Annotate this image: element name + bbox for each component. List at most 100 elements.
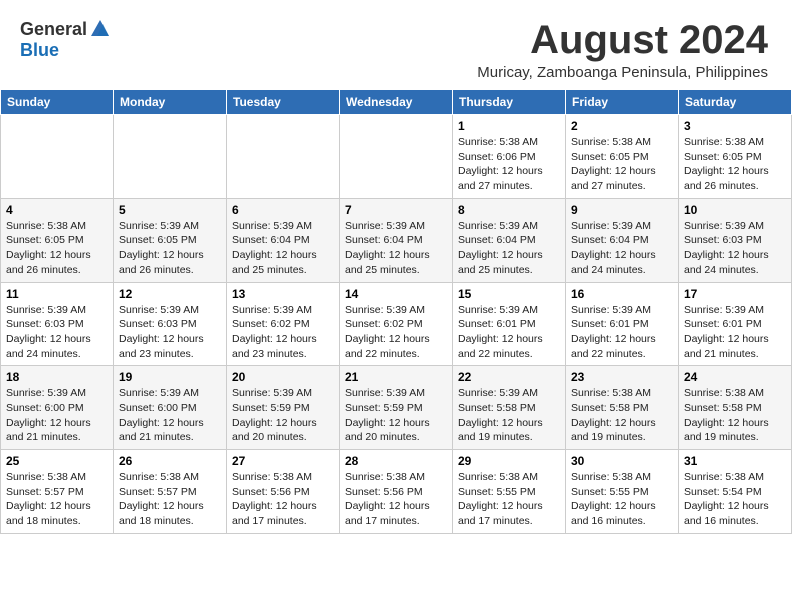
day-cell: 14Sunrise: 5:39 AM Sunset: 6:02 PM Dayli… — [340, 282, 453, 366]
day-detail: Sunrise: 5:39 AM Sunset: 6:04 PM Dayligh… — [345, 219, 447, 278]
day-cell: 3Sunrise: 5:38 AM Sunset: 6:05 PM Daylig… — [679, 115, 792, 199]
title-block: August 2024 Muricay, Zamboanga Peninsula… — [477, 18, 768, 81]
day-number: 30 — [571, 454, 673, 468]
weekday-header-wednesday: Wednesday — [340, 90, 453, 115]
day-cell — [227, 115, 340, 199]
day-number: 6 — [232, 203, 334, 217]
day-detail: Sunrise: 5:39 AM Sunset: 6:04 PM Dayligh… — [458, 219, 560, 278]
day-number: 20 — [232, 370, 334, 384]
day-number: 14 — [345, 287, 447, 301]
day-cell: 9 Sunrise: 5:39 AM Sunset: 6:04 PM Daylig… — [566, 198, 679, 282]
week-row-1: 1 Sunrise: 5:38 AM Sunset: 6:06 PM Daylig… — [1, 115, 792, 199]
day-number: 10 — [684, 203, 786, 217]
weekday-header-friday: Friday — [566, 90, 679, 115]
day-detail: Sunrise: 5:39 AM Sunset: 6:03 PM Dayligh… — [684, 219, 786, 278]
day-cell: 2 Sunrise: 5:38 AM Sunset: 6:05 PM Daylig… — [566, 115, 679, 199]
day-cell: 1 Sunrise: 5:38 AM Sunset: 6:06 PM Daylig… — [453, 115, 566, 199]
day-detail: Sunrise: 5:38 AM Sunset: 5:57 PM Dayligh… — [6, 470, 108, 529]
week-row-2: 4 Sunrise: 5:38 AM Sunset: 6:05 PM Daylig… — [1, 198, 792, 282]
day-detail: Sunrise: 5:38 AM Sunset: 5:56 PM Dayligh… — [345, 470, 447, 529]
day-detail: Sunrise: 5:39 AM Sunset: 5:59 PM Dayligh… — [345, 386, 447, 445]
day-cell: 22 Sunrise: 5:39 AM Sunset: 5:58 PM Dayli… — [453, 366, 566, 450]
day-cell: 15 Sunrise: 5:39 AM Sunset: 6:01 PM Dayli… — [453, 282, 566, 366]
day-number: 19 — [119, 370, 221, 384]
day-cell: 27 Sunrise: 5:38 AM Sunset: 5:56 PM Dayli… — [227, 450, 340, 534]
day-cell: 31 Sunrise: 5:38 AM Sunset: 5:54 PM Dayli… — [679, 450, 792, 534]
day-detail: Sunrise: 5:39 AM Sunset: 6:02 PM Dayligh… — [232, 303, 334, 362]
calendar-table: SundayMondayTuesdayWednesdayThursdayFrid… — [0, 89, 792, 534]
day-detail: Sunrise: 5:39 AM Sunset: 6:04 PM Dayligh… — [571, 219, 673, 278]
day-number: 8 — [458, 203, 560, 217]
day-detail: Sunrise: 5:38 AM Sunset: 6:05 PM Dayligh… — [571, 135, 673, 194]
day-detail: Sunrise: 5:38 AM Sunset: 5:58 PM Dayligh… — [684, 386, 786, 445]
day-number: 26 — [119, 454, 221, 468]
weekday-header-sunday: Sunday — [1, 90, 114, 115]
weekday-header-monday: Monday — [114, 90, 227, 115]
day-number: 27 — [232, 454, 334, 468]
day-number: 22 — [458, 370, 560, 384]
day-detail: Sunrise: 5:38 AM Sunset: 5:58 PM Dayligh… — [571, 386, 673, 445]
day-cell: 28 Sunrise: 5:38 AM Sunset: 5:56 PM Dayli… — [340, 450, 453, 534]
day-detail: Sunrise: 5:39 AM Sunset: 6:03 PM Dayligh… — [119, 303, 221, 362]
day-detail: Sunrise: 5:39 AM Sunset: 6:00 PM Dayligh… — [6, 386, 108, 445]
day-cell — [1, 115, 114, 199]
logo-blue-text: Blue — [20, 40, 59, 61]
day-cell: 19 Sunrise: 5:39 AM Sunset: 6:00 PM Dayli… — [114, 366, 227, 450]
day-number: 12 — [119, 287, 221, 301]
day-detail: Sunrise: 5:39 AM Sunset: 6:03 PM Dayligh… — [6, 303, 108, 362]
day-detail: Sunrise: 5:39 AM Sunset: 6:05 PM Dayligh… — [119, 219, 221, 278]
day-detail: Sunrise: 5:38 AM Sunset: 6:05 PM Dayligh… — [6, 219, 108, 278]
day-detail: Sunrise: 5:39 AM Sunset: 5:58 PM Dayligh… — [458, 386, 560, 445]
day-detail: Sunrise: 5:39 AM Sunset: 6:01 PM Dayligh… — [458, 303, 560, 362]
day-detail: Sunrise: 5:39 AM Sunset: 6:01 PM Dayligh… — [684, 303, 786, 362]
day-cell: 17 Sunrise: 5:39 AM Sunset: 6:01 PM Dayli… — [679, 282, 792, 366]
day-cell: 13 Sunrise: 5:39 AM Sunset: 6:02 PM Dayli… — [227, 282, 340, 366]
day-detail: Sunrise: 5:38 AM Sunset: 5:56 PM Dayligh… — [232, 470, 334, 529]
weekday-header-tuesday: Tuesday — [227, 90, 340, 115]
day-cell: 10 Sunrise: 5:39 AM Sunset: 6:03 PM Dayli… — [679, 198, 792, 282]
day-cell: 4 Sunrise: 5:38 AM Sunset: 6:05 PM Daylig… — [1, 198, 114, 282]
day-cell: 7 Sunrise: 5:39 AM Sunset: 6:04 PM Daylig… — [340, 198, 453, 282]
day-number: 31 — [684, 454, 786, 468]
month-year: August 2024 — [477, 18, 768, 62]
week-row-5: 25Sunrise: 5:38 AM Sunset: 5:57 PM Dayli… — [1, 450, 792, 534]
day-cell: 16Sunrise: 5:39 AM Sunset: 6:01 PM Dayli… — [566, 282, 679, 366]
day-number: 1 — [458, 119, 560, 133]
day-cell: 29 Sunrise: 5:38 AM Sunset: 5:55 PM Dayli… — [453, 450, 566, 534]
day-number: 18 — [6, 370, 108, 384]
day-cell: 21 Sunrise: 5:39 AM Sunset: 5:59 PM Dayli… — [340, 366, 453, 450]
day-number: 28 — [345, 454, 447, 468]
day-cell: 11 Sunrise: 5:39 AM Sunset: 6:03 PM Dayli… — [1, 282, 114, 366]
day-detail: Sunrise: 5:39 AM Sunset: 5:59 PM Dayligh… — [232, 386, 334, 445]
day-number: 13 — [232, 287, 334, 301]
day-number: 29 — [458, 454, 560, 468]
day-detail: Sunrise: 5:38 AM Sunset: 5:55 PM Dayligh… — [458, 470, 560, 529]
day-number: 2 — [571, 119, 673, 133]
logo-general-text: General — [20, 19, 87, 40]
day-number: 9 — [571, 203, 673, 217]
day-cell: 8 Sunrise: 5:39 AM Sunset: 6:04 PM Daylig… — [453, 198, 566, 282]
day-cell: 5Sunrise: 5:39 AM Sunset: 6:05 PM Daylig… — [114, 198, 227, 282]
day-number: 21 — [345, 370, 447, 384]
day-detail: Sunrise: 5:38 AM Sunset: 5:55 PM Dayligh… — [571, 470, 673, 529]
day-number: 16 — [571, 287, 673, 301]
weekday-header-saturday: Saturday — [679, 90, 792, 115]
location: Muricay, Zamboanga Peninsula, Philippine… — [477, 64, 768, 81]
day-number: 23 — [571, 370, 673, 384]
day-cell: 24 Sunrise: 5:38 AM Sunset: 5:58 PM Dayli… — [679, 366, 792, 450]
day-number: 24 — [684, 370, 786, 384]
day-detail: Sunrise: 5:39 AM Sunset: 6:00 PM Dayligh… — [119, 386, 221, 445]
day-number: 17 — [684, 287, 786, 301]
day-number: 4 — [6, 203, 108, 217]
day-number: 11 — [6, 287, 108, 301]
day-cell: 30 Sunrise: 5:38 AM Sunset: 5:55 PM Dayli… — [566, 450, 679, 534]
weekday-header-row: SundayMondayTuesdayWednesdayThursdayFrid… — [1, 90, 792, 115]
page-header: General Blue August 2024 Muricay, Zamboa… — [0, 0, 792, 89]
day-number: 15 — [458, 287, 560, 301]
day-cell — [340, 115, 453, 199]
day-detail: Sunrise: 5:38 AM Sunset: 6:06 PM Dayligh… — [458, 135, 560, 194]
week-row-3: 11 Sunrise: 5:39 AM Sunset: 6:03 PM Dayli… — [1, 282, 792, 366]
day-number: 7 — [345, 203, 447, 217]
day-detail: Sunrise: 5:38 AM Sunset: 5:54 PM Dayligh… — [684, 470, 786, 529]
day-cell: 6Sunrise: 5:39 AM Sunset: 6:04 PM Daylig… — [227, 198, 340, 282]
